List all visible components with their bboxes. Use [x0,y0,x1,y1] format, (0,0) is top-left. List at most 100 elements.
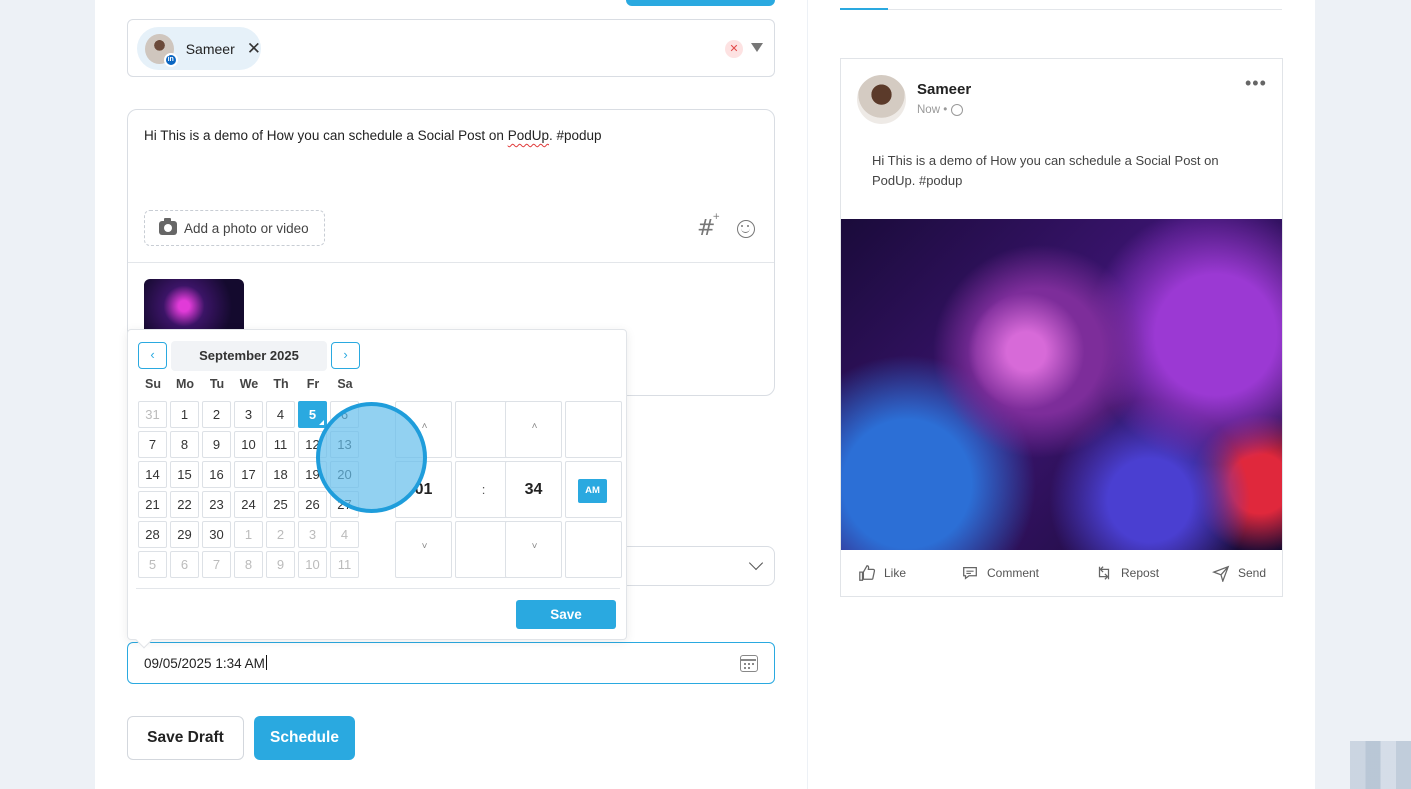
calendar-day[interactable]: 4 [266,401,295,428]
hour-down-button[interactable]: ˅ [395,521,452,578]
time-spacer [565,401,622,458]
schedule-date-input[interactable]: 09/05/2025 1:34 AM [127,642,775,684]
calendar-day[interactable]: 11 [330,551,359,578]
meridiem-toggle[interactable]: AM [578,479,607,503]
repost-action[interactable]: Repost [1095,564,1159,582]
calendar-day[interactable]: 4 [330,521,359,548]
calendar-day[interactable]: 22 [170,491,199,518]
calendar-day[interactable]: 8 [170,431,199,458]
time-spacer [455,521,512,578]
month-label[interactable]: September 2025 [171,341,327,371]
calendar-day[interactable]: 23 [202,491,231,518]
calendar-day[interactable]: 2 [266,521,295,548]
weekday-header: Fr [306,377,320,391]
picker-save-button[interactable]: Save [516,600,616,629]
active-tab-indicator [840,8,888,10]
schedule-button[interactable]: Schedule [254,716,355,760]
hashtag-icon[interactable]: #+ [697,212,723,241]
minute-up-button[interactable]: ˄ [505,401,562,458]
decorative-corner [1350,741,1411,789]
time-spacer [565,521,622,578]
like-action[interactable]: Like [858,564,906,582]
dropdown-caret-icon[interactable] [751,43,763,52]
add-media-label: Add a photo or video [184,220,309,236]
calendar-day[interactable]: 18 [266,461,295,488]
next-month-button[interactable]: › [331,342,360,369]
account-chip-label: Sameer [185,40,235,57]
calendar-day[interactable]: 5 [298,401,327,428]
repost-icon [1098,566,1110,580]
calendar-day[interactable]: 31 [138,401,167,428]
more-options-icon[interactable]: ••• [1245,73,1267,94]
calendar-day[interactable]: 21 [138,491,167,518]
comment-label: Comment [987,566,1040,580]
top-action-button[interactable] [626,0,775,6]
weekday-header: We [239,377,259,391]
chevron-up-icon: ˄ [531,421,538,432]
calendar-icon[interactable] [740,655,758,672]
send-action[interactable]: Send [1212,564,1266,582]
save-draft-button[interactable]: Save Draft [127,716,244,760]
schedule-date-value: 09/05/2025 1:34 AM [144,655,267,671]
text-caret [265,655,267,670]
weekday-header: Sa [337,377,353,391]
preview-meta: Now • [917,104,964,116]
prev-month-button[interactable]: ‹ [138,342,167,369]
calendar-day[interactable]: 24 [234,491,263,518]
calendar-day[interactable]: 29 [170,521,199,548]
calendar-day[interactable]: 9 [266,551,295,578]
calendar-day[interactable]: 5 [138,551,167,578]
clear-selection-icon[interactable]: ✕ [725,40,743,58]
weekday-header: Th [273,377,289,391]
comment-icon [963,566,977,580]
calendar-day[interactable]: 11 [266,431,295,458]
calendar-day[interactable]: 1 [234,521,263,548]
preview-author: Sameer [917,81,972,98]
calendar-day[interactable]: 16 [202,461,231,488]
calendar-day[interactable]: 28 [138,521,167,548]
calendar-day[interactable]: 2 [202,401,231,428]
emoji-icon[interactable] [737,220,755,238]
preview-text: Hi This is a demo of How you can schedul… [872,153,1219,188]
account-chip: in Sameer ✕ [137,27,261,70]
calendar-day[interactable]: 3 [234,401,263,428]
globe-icon [951,104,964,116]
calendar-day[interactable]: 7 [138,431,167,458]
calendar-day[interactable]: 8 [234,551,263,578]
calendar-day[interactable]: 10 [298,551,327,578]
divider [128,262,774,263]
account-selector[interactable]: in Sameer ✕ ✕ [127,19,775,77]
calendar-day[interactable]: 17 [234,461,263,488]
calendar-day[interactable]: 25 [266,491,295,518]
chevron-down-icon [748,555,764,571]
calendar-day[interactable]: 26 [298,491,327,518]
misspelled-word: PodUp [507,128,549,143]
minute-field[interactable]: 34 [505,461,562,518]
calendar-day[interactable]: 7 [202,551,231,578]
add-media-button[interactable]: Add a photo or video [144,210,325,246]
calendar-day[interactable]: 6 [170,551,199,578]
preview-actions: Like Comment Repost Send [841,550,1282,596]
remove-account-icon[interactable]: ✕ [247,40,261,57]
chevron-down-icon: ˅ [421,541,428,552]
calendar-day[interactable]: 14 [138,461,167,488]
linkedin-icon: in [163,52,178,67]
avatar: in [145,33,178,67]
calendar-day[interactable]: 15 [170,461,199,488]
post-preview-card: Sameer Now • ••• Hi This is a demo of Ho… [840,58,1283,597]
post-text-part: . #podup [548,128,602,143]
camera-icon [159,218,177,235]
like-label: Like [884,566,907,580]
cursor-highlight [316,402,427,513]
calendar-day[interactable]: 3 [298,521,327,548]
post-text[interactable]: Hi This is a demo of How you can schedul… [144,128,602,143]
preview-image [841,219,1282,550]
comment-action[interactable]: Comment [961,564,1039,582]
minute-down-button[interactable]: ˅ [505,521,562,578]
calendar-day[interactable]: 9 [202,431,231,458]
tab-divider [888,9,1282,10]
calendar-day[interactable]: 10 [234,431,263,458]
calendar-day[interactable]: 1 [170,401,199,428]
time-separator-glyph: : [481,482,486,497]
calendar-day[interactable]: 30 [202,521,231,548]
